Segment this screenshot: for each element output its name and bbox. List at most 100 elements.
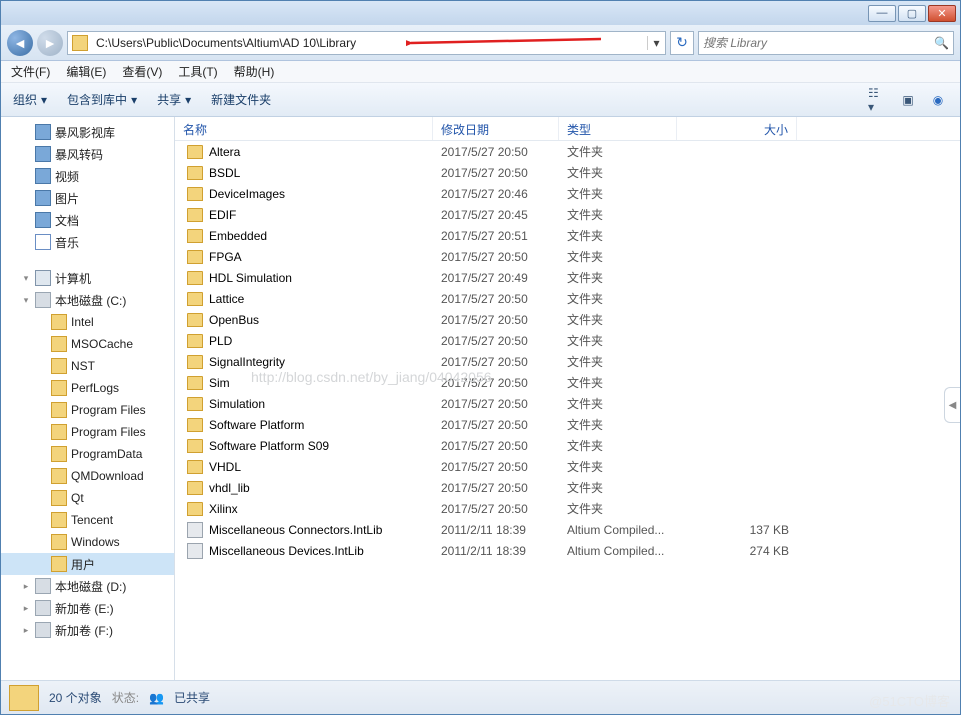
folder-icon: [187, 376, 203, 390]
status-bar: 20 个对象 状态: 👥 已共享: [1, 680, 960, 714]
menu-edit[interactable]: 编辑(E): [66, 63, 106, 80]
chevron-down-icon: ▾: [185, 93, 191, 107]
tree-item[interactable]: PerfLogs: [1, 377, 174, 399]
column-size[interactable]: 大小: [677, 117, 797, 140]
tree-item[interactable]: 视频: [1, 165, 174, 187]
tree-item[interactable]: Tencent: [1, 509, 174, 531]
tree-node-label: Intel: [71, 315, 94, 329]
tree-item[interactable]: Intel: [1, 311, 174, 333]
address-bar[interactable]: C:\Users\Public\Documents\Altium\AD 10\L…: [67, 31, 666, 55]
search-box[interactable]: 🔍: [698, 31, 954, 55]
include-in-library-button[interactable]: 包含到库中 ▾: [67, 91, 137, 108]
maximize-button[interactable]: ▢: [898, 5, 926, 22]
menu-file[interactable]: 文件(F): [11, 63, 50, 80]
preview-pane-button[interactable]: ▣: [898, 90, 918, 110]
file-row[interactable]: BSDL2017/5/27 20:50文件夹: [175, 162, 960, 183]
file-row[interactable]: vhdl_lib2017/5/27 20:50文件夹: [175, 477, 960, 498]
file-row[interactable]: SignalIntegrity2017/5/27 20:50文件夹: [175, 351, 960, 372]
tree-item[interactable]: ▾本地磁盘 (C:): [1, 289, 174, 311]
search-icon[interactable]: 🔍: [934, 36, 949, 50]
tree-item[interactable]: ▸新加卷 (F:): [1, 619, 174, 641]
navigation-tree[interactable]: 暴风影视库暴风转码视频图片文档音乐 ▾计算机▾本地磁盘 (C:) Intel MSOC…: [1, 117, 175, 680]
organize-button[interactable]: 组织 ▾: [13, 91, 47, 108]
file-type: Altium Compiled...: [559, 544, 677, 558]
minimize-button[interactable]: —: [868, 5, 896, 22]
file-row[interactable]: Xilinx2017/5/27 20:50文件夹: [175, 498, 960, 519]
file-row[interactable]: DeviceImages2017/5/27 20:46文件夹: [175, 183, 960, 204]
file-row[interactable]: Embedded2017/5/27 20:51文件夹: [175, 225, 960, 246]
file-row[interactable]: Miscellaneous Connectors.IntLib2011/2/11…: [175, 519, 960, 540]
file-row[interactable]: FPGA2017/5/27 20:50文件夹: [175, 246, 960, 267]
menu-tools[interactable]: 工具(T): [178, 63, 217, 80]
column-name[interactable]: 名称: [175, 117, 433, 140]
tree-item[interactable]: QMDownload: [1, 465, 174, 487]
folder-icon: [9, 685, 39, 711]
close-button[interactable]: ✕: [928, 5, 956, 22]
tree-item[interactable]: NST: [1, 355, 174, 377]
library-file-icon: [187, 543, 203, 559]
tree-item[interactable]: 音乐: [1, 231, 174, 253]
new-folder-button[interactable]: 新建文件夹: [211, 91, 271, 108]
tree-node-icon: [51, 490, 67, 506]
file-row[interactable]: EDIF2017/5/27 20:45文件夹: [175, 204, 960, 225]
file-row[interactable]: Simulation2017/5/27 20:50文件夹: [175, 393, 960, 414]
file-row[interactable]: Altera2017/5/27 20:50文件夹: [175, 141, 960, 162]
folder-icon: [187, 439, 203, 453]
address-dropdown[interactable]: ▾: [647, 36, 665, 50]
tree-node-label: 图片: [55, 190, 79, 207]
file-date: 2017/5/27 20:50: [433, 481, 559, 495]
expand-arrow-icon[interactable]: ▸: [21, 625, 31, 636]
file-type: 文件夹: [559, 374, 677, 391]
column-date[interactable]: 修改日期: [433, 117, 559, 140]
expand-arrow-icon[interactable]: ▾: [21, 273, 31, 284]
tree-item[interactable]: ▸新加卷 (E:): [1, 597, 174, 619]
file-row[interactable]: OpenBus2017/5/27 20:50文件夹: [175, 309, 960, 330]
tree-item[interactable]: 用户: [1, 553, 174, 575]
menu-help[interactable]: 帮助(H): [234, 63, 275, 80]
address-text[interactable]: C:\Users\Public\Documents\Altium\AD 10\L…: [92, 36, 647, 50]
tree-item[interactable]: 暴风影视库: [1, 121, 174, 143]
share-button[interactable]: 共享 ▾: [157, 91, 191, 108]
back-button[interactable]: ◄: [7, 30, 33, 56]
expand-arrow-icon[interactable]: ▸: [21, 581, 31, 592]
side-tab[interactable]: ◀: [944, 387, 960, 423]
refresh-button[interactable]: ↻: [670, 31, 694, 55]
titlebar: — ▢ ✕: [1, 1, 960, 25]
file-row[interactable]: Lattice2017/5/27 20:50文件夹: [175, 288, 960, 309]
file-row[interactable]: Sim2017/5/27 20:50文件夹: [175, 372, 960, 393]
help-button[interactable]: ◉: [928, 90, 948, 110]
tree-item[interactable]: MSOCache: [1, 333, 174, 355]
tree-item[interactable]: Program Files: [1, 421, 174, 443]
tree-node-label: 视频: [55, 168, 79, 185]
tree-item[interactable]: Program Files: [1, 399, 174, 421]
expand-arrow-icon[interactable]: ▾: [21, 295, 31, 306]
file-type: 文件夹: [559, 143, 677, 160]
file-row[interactable]: PLD2017/5/27 20:50文件夹: [175, 330, 960, 351]
column-type[interactable]: 类型: [559, 117, 677, 140]
file-list[interactable]: 名称 修改日期 类型 大小 Altera2017/5/27 20:50文件夹BS…: [175, 117, 960, 680]
file-row[interactable]: VHDL2017/5/27 20:50文件夹: [175, 456, 960, 477]
tree-item[interactable]: ▸本地磁盘 (D:): [1, 575, 174, 597]
folder-icon: [187, 418, 203, 432]
tree-item[interactable]: ▾计算机: [1, 267, 174, 289]
menu-view[interactable]: 查看(V): [122, 63, 162, 80]
tree-item[interactable]: 图片: [1, 187, 174, 209]
tree-item[interactable]: 文档: [1, 209, 174, 231]
file-type: 文件夹: [559, 185, 677, 202]
file-row[interactable]: Miscellaneous Devices.IntLib2011/2/11 18…: [175, 540, 960, 561]
search-input[interactable]: [703, 36, 934, 50]
tree-item[interactable]: ProgramData: [1, 443, 174, 465]
file-name: PLD: [209, 334, 232, 348]
tree-node-icon: [35, 190, 51, 206]
file-row[interactable]: Software Platform S092017/5/27 20:50文件夹: [175, 435, 960, 456]
forward-button[interactable]: ►: [37, 30, 63, 56]
file-row[interactable]: HDL Simulation2017/5/27 20:49文件夹: [175, 267, 960, 288]
column-headers[interactable]: 名称 修改日期 类型 大小: [175, 117, 960, 141]
view-options-button[interactable]: ☷ ▾: [868, 90, 888, 110]
tree-item[interactable]: 暴风转码: [1, 143, 174, 165]
file-row[interactable]: Software Platform2017/5/27 20:50文件夹: [175, 414, 960, 435]
tree-node-icon: [51, 380, 67, 396]
tree-item[interactable]: Qt: [1, 487, 174, 509]
tree-item[interactable]: Windows: [1, 531, 174, 553]
expand-arrow-icon[interactable]: ▸: [21, 603, 31, 614]
